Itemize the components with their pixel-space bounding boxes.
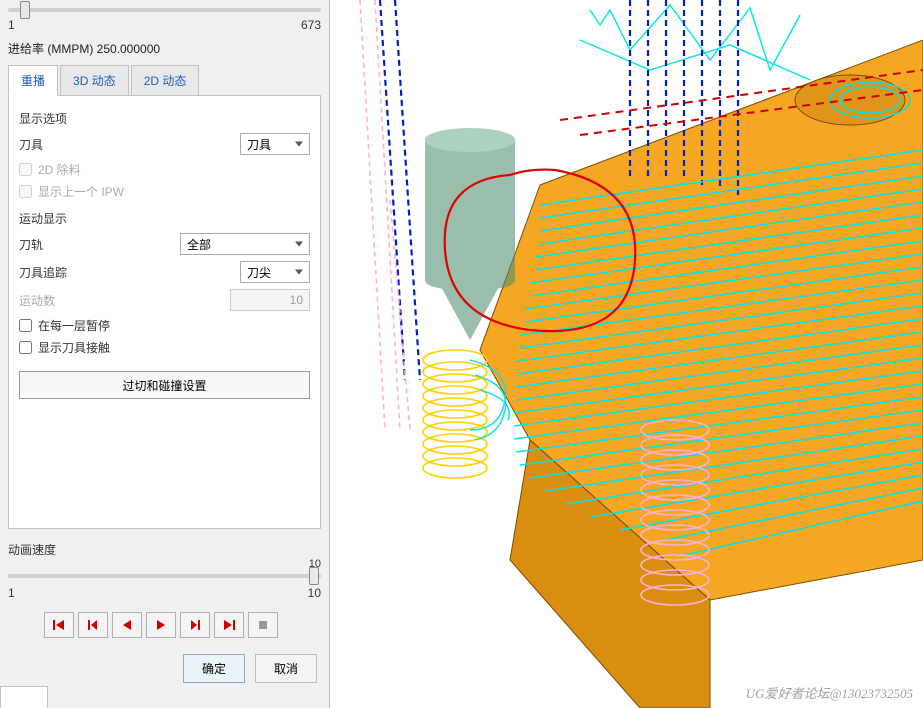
gouge-collision-settings-button[interactable]: 过切和碰撞设置 — [19, 371, 310, 399]
tool-select[interactable]: 刀具 — [240, 133, 310, 155]
toolpath-visualization — [330, 0, 923, 708]
tab-content-replay: 显示选项 刀具 刀具 2D 除料 显示上一个 IPW 运动显示 刀轨 全部 刀具… — [8, 96, 321, 529]
step-forward-button[interactable] — [180, 612, 210, 638]
display-options-header: 显示选项 — [19, 110, 310, 127]
playback-controls — [44, 612, 321, 638]
step-back-button[interactable] — [78, 612, 108, 638]
remove-2d-checkbox: 2D 除料 — [19, 161, 310, 178]
go-end-button[interactable] — [214, 612, 244, 638]
speed-value: 10 — [8, 558, 321, 570]
tool-trace-label: 刀具追踪 — [19, 264, 67, 281]
stop-button[interactable] — [248, 612, 278, 638]
motion-display-header: 运动显示 — [19, 210, 310, 227]
ok-button[interactable]: 确定 — [183, 654, 245, 683]
tab-bar: 重播 3D 动态 2D 动态 — [8, 65, 321, 96]
tool-trace-select[interactable]: 刀尖 — [240, 261, 310, 283]
tool-label: 刀具 — [19, 136, 43, 153]
play-forward-button[interactable] — [146, 612, 176, 638]
tab-3d-dynamic[interactable]: 3D 动态 — [60, 65, 129, 95]
show-prev-ipw-checkbox: 显示上一个 IPW — [19, 183, 310, 200]
motion-count-label: 运动数 — [19, 292, 55, 309]
speed-min: 1 — [8, 586, 15, 600]
go-start-button[interactable] — [44, 612, 74, 638]
frame-max: 673 — [301, 18, 321, 32]
pause-each-layer-checkbox[interactable]: 在每一层暂停 — [19, 317, 310, 334]
tab-replay[interactable]: 重播 — [8, 65, 58, 96]
show-tool-contact-checkbox[interactable]: 显示刀具接触 — [19, 339, 310, 356]
frame-slider[interactable]: 1 673 — [8, 8, 321, 32]
watermark: UG爱好者论坛@13023732505 — [746, 683, 913, 702]
tab-2d-dynamic[interactable]: 2D 动态 — [131, 65, 200, 95]
bottom-tab[interactable] — [0, 686, 48, 708]
feedrate-label: 进给率 (MMPM) 250.000000 — [8, 40, 321, 57]
frame-min: 1 — [8, 18, 15, 32]
cancel-button[interactable]: 取消 — [255, 654, 317, 683]
anim-speed-label: 动画速度 — [8, 541, 321, 558]
motion-count-input — [230, 289, 310, 311]
speed-slider[interactable] — [8, 574, 321, 578]
play-reverse-button[interactable] — [112, 612, 142, 638]
toolpath-label: 刀轨 — [19, 236, 43, 253]
toolpath-select[interactable]: 全部 — [180, 233, 310, 255]
speed-max: 10 — [308, 586, 321, 600]
viewport-3d[interactable]: UG爱好者论坛@13023732505 — [330, 0, 923, 708]
